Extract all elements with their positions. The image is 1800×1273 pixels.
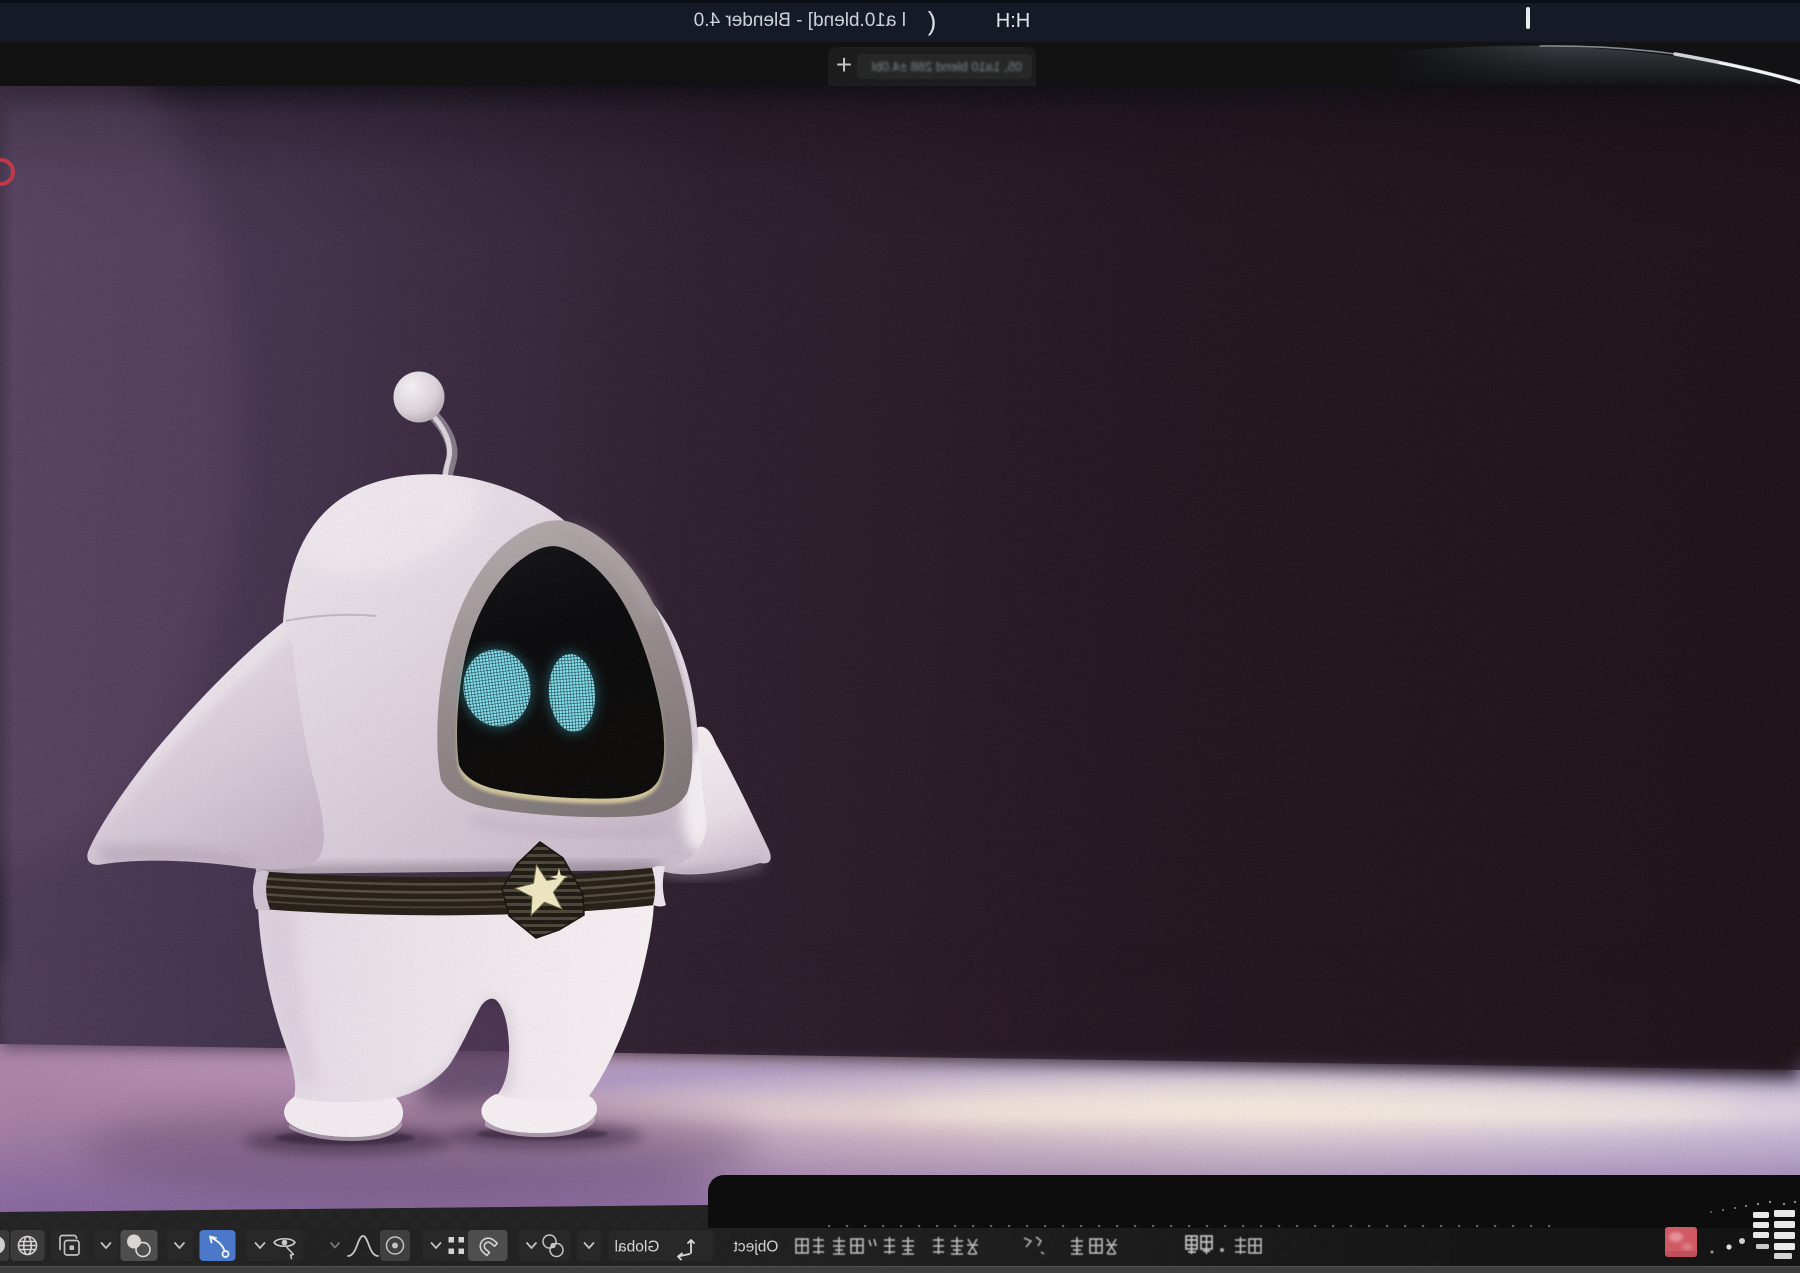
svg-text:Global: Global — [615, 1239, 660, 1256]
svg-text:Object: Object — [733, 1239, 778, 1256]
